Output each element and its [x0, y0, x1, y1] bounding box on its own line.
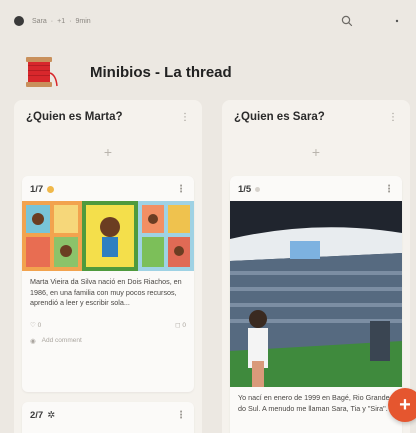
comment-count: 0	[182, 321, 186, 329]
flower-icon: ✲	[47, 410, 56, 421]
card-index-badge: 1/7	[30, 184, 55, 195]
like-button[interactable]: ♡ 0	[30, 321, 41, 329]
add-post-fab-button[interactable]: +	[388, 388, 416, 422]
meta-separator-2: ·	[69, 17, 72, 25]
add-comment-row[interactable]: ◉ Add comment	[22, 331, 194, 353]
column-header: ¿Quien es Sara? ⋮	[222, 100, 410, 134]
column-title[interactable]: ¿Quien es Marta?	[26, 111, 123, 123]
meta-separator: ·	[50, 17, 54, 25]
collaborator-count: +1	[57, 17, 66, 25]
card-options-icon[interactable]: ⋮	[384, 184, 394, 195]
author-avatar[interactable]	[14, 16, 24, 26]
comment-count-button[interactable]: ◻ 0	[175, 321, 186, 329]
card-illustration-image[interactable]	[22, 201, 194, 271]
card-text: Marta Vieira da Silva nació en Dois Riac…	[30, 277, 182, 307]
stadium-photo-image[interactable]	[230, 201, 402, 387]
card-index: 1/7	[30, 184, 44, 195]
sun-icon	[47, 186, 55, 193]
page-title: Minibios - La thread	[90, 63, 232, 81]
search-icon[interactable]	[340, 14, 354, 28]
card-header: 1/7 ⋮	[22, 176, 194, 199]
column-title[interactable]: ¿Quien es Sara?	[234, 111, 325, 123]
column-marta: ¿Quien es Marta? ⋮ + 1/7 ⋮ Marta Vieira …	[14, 100, 202, 433]
more-menu-icon[interactable]	[390, 14, 404, 28]
column-options-icon[interactable]: ⋮	[180, 112, 190, 123]
column-header: ¿Quien es Marta? ⋮	[14, 100, 202, 134]
post-card[interactable]: 2/7 ✲ ⋮	[22, 402, 194, 433]
card-header: 2/7 ✲ ⋮	[22, 402, 194, 425]
card-text: Yo nací en enero de 1999 en Bagé, Rio Gr…	[238, 393, 390, 413]
card-index: 2/7	[30, 410, 44, 421]
like-count: 0	[37, 321, 42, 329]
post-meta: Sara · +1 · 9min	[14, 16, 91, 26]
card-options-icon[interactable]: ⋮	[176, 184, 186, 195]
post-time: 9min	[75, 17, 91, 25]
add-post-button[interactable]: +	[222, 144, 410, 164]
card-header: 1/5 ⋮	[230, 176, 402, 199]
author-name[interactable]: Sara	[32, 18, 47, 25]
column-options-icon[interactable]: ⋮	[388, 112, 398, 123]
page-header: Minibios - La thread	[20, 48, 416, 96]
card-index-badge: 2/7 ✲	[30, 410, 55, 421]
add-post-button[interactable]: +	[14, 144, 202, 164]
thread-spool-icon	[26, 57, 58, 87]
thread-board: ¿Quien es Marta? ⋮ + 1/7 ⋮ Marta Vieira …	[14, 100, 416, 433]
post-card[interactable]: 1/7 ⋮ Marta Vieira da Silva nació en Doi…	[22, 176, 194, 392]
card-reactions: ♡ 0 ◻ 0	[22, 309, 194, 331]
column-sara: ¿Quien es Sara? ⋮ + 1/5 ⋮ Yo nací en ene…	[222, 100, 410, 433]
card-options-icon[interactable]: ⋮	[176, 410, 186, 421]
card-index-badge: 1/5	[238, 184, 261, 195]
post-card[interactable]: 1/5 ⋮ Yo nací en enero de 1999 en Bagé, …	[230, 176, 402, 433]
add-comment-placeholder[interactable]: Add comment	[42, 337, 82, 344]
status-dot-icon	[255, 187, 261, 192]
card-index: 1/5	[238, 184, 252, 195]
top-bar: Sara · +1 · 9min	[0, 0, 416, 42]
comment-avatar-icon: ◉	[30, 337, 36, 345]
